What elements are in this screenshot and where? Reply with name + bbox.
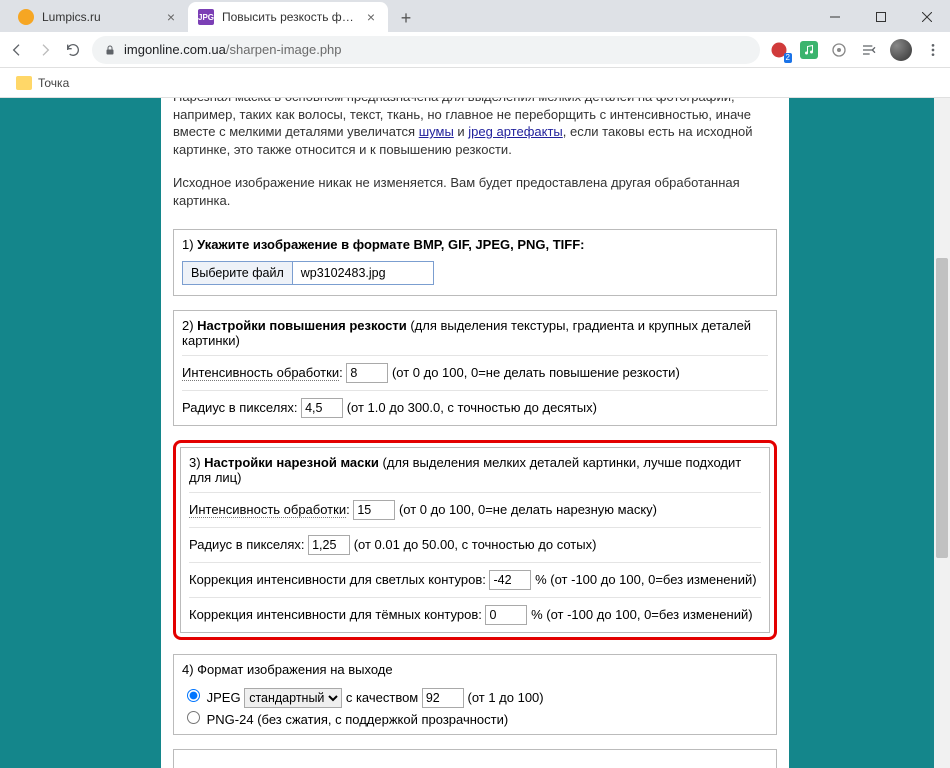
section-heading: Настройки нарезной маски — [204, 455, 379, 470]
highlight-unsharp-mask: 3) Настройки нарезной маски (для выделен… — [173, 440, 777, 640]
folder-icon — [16, 76, 32, 90]
extension-icons: 2 — [770, 39, 942, 61]
window-close-button[interactable] — [904, 2, 950, 32]
mask-radius-hint: (от 0.01 до 50.00, с точностью до сотых) — [354, 537, 597, 552]
section-output-title: 4) Формат изображения на выходе — [174, 655, 776, 684]
jpeg-quality-input[interactable] — [422, 688, 464, 708]
bookmark-tochka[interactable]: Точка — [38, 76, 69, 90]
section-unsharp-title: 3) Настройки нарезной маски (для выделен… — [181, 448, 769, 492]
close-icon[interactable]: × — [364, 10, 378, 24]
file-input[interactable]: Выберите файл wp3102483.jpg — [182, 261, 434, 285]
format-png-radio[interactable] — [187, 711, 200, 724]
mask-light-hint: % (от -100 до 100, 0=без изменений) — [535, 572, 756, 587]
profile-avatar[interactable] — [890, 39, 912, 61]
lock-icon — [104, 44, 116, 56]
browser-tab-lumpics[interactable]: Lumpics.ru × — [8, 2, 188, 32]
sharpen-radius-hint: (от 1.0 до 300.0, с точностью до десятых… — [347, 400, 597, 415]
new-tab-button[interactable]: + — [392, 4, 420, 32]
sharpen-radius-label: Радиус в пикселях: — [182, 400, 301, 415]
link-jpeg-artifacts[interactable]: jpeg артефакты — [468, 124, 562, 139]
scrollbar-thumb[interactable] — [936, 258, 948, 558]
file-choose-button[interactable]: Выберите файл — [183, 262, 293, 284]
forward-button[interactable] — [36, 41, 54, 59]
format-jpeg-label: JPEG — [207, 690, 245, 705]
close-icon[interactable]: × — [164, 10, 178, 24]
tab-title: Lumpics.ru — [42, 10, 158, 24]
extension-music-icon[interactable] — [800, 41, 818, 59]
mask-intensity-label: Интенсивность обработки — [189, 502, 346, 518]
mask-dark-label: Коррекция интенсивности для тёмных конту… — [189, 607, 485, 622]
intro-text: Нарезная маска в основном предназначена … — [173, 98, 777, 164]
mask-light-input[interactable] — [489, 570, 531, 590]
mask-dark-input[interactable] — [485, 605, 527, 625]
section-file-title: 1) Укажите изображение в формате BMP, GI… — [174, 230, 776, 259]
reading-list-icon[interactable] — [860, 41, 878, 59]
window-controls — [812, 2, 950, 32]
sharpen-radius-input[interactable] — [301, 398, 343, 418]
favicon-imgonline: JPG — [198, 9, 214, 25]
section-sharpen-title: 2) Настройки повышения резкости (для выд… — [174, 311, 776, 355]
section-number: 2) — [182, 318, 197, 333]
favicon-lumpics — [18, 9, 34, 25]
jpeg-quality-label: с качеством — [346, 690, 422, 705]
format-png-label: PNG-24 (без сжатия, с поддержкой прозрач… — [207, 712, 509, 727]
jpeg-subtype-select[interactable]: стандартный — [244, 688, 342, 708]
mask-radius-label: Радиус в пикселях: — [189, 537, 308, 552]
section-number: 3) — [189, 455, 204, 470]
sharpen-intensity-label: Интенсивность обработки — [182, 365, 339, 381]
url-path: /sharpen-image.php — [226, 42, 342, 57]
jpeg-quality-hint: (от 1 до 100) — [467, 690, 543, 705]
address-bar: imgonline.com.ua/sharpen-image.php 2 — [0, 32, 950, 68]
url-host: imgonline.com.ua — [124, 42, 226, 57]
browser-tab-imgonline[interactable]: JPG Повысить резкость фото и нар × — [188, 2, 388, 32]
section-sharpen: 2) Настройки повышения резкости (для выд… — [173, 310, 777, 426]
reload-button[interactable] — [64, 41, 82, 59]
sharpen-intensity-input[interactable] — [346, 363, 388, 383]
intro-fragment: и — [454, 124, 469, 139]
menu-icon[interactable] — [924, 41, 942, 59]
section-number: 4) — [182, 662, 197, 677]
extension-generic-icon[interactable] — [830, 41, 848, 59]
mask-intensity-input[interactable] — [353, 500, 395, 520]
extension-adblock-icon[interactable]: 2 — [770, 41, 788, 59]
extension-badge: 2 — [784, 53, 792, 63]
mask-radius-input[interactable] — [308, 535, 350, 555]
back-button[interactable] — [8, 41, 26, 59]
section-unsharp-mask: 3) Настройки нарезной маски (для выделен… — [180, 447, 770, 633]
link-noise[interactable]: шумы — [419, 124, 454, 139]
format-jpeg-radio[interactable] — [187, 689, 200, 702]
tab-title: Повысить резкость фото и нар — [222, 10, 358, 24]
page-viewport: Нарезная маска в основном предназначена … — [0, 98, 950, 768]
section-file: 1) Укажите изображение в формате BMP, GI… — [173, 229, 777, 296]
tab-strip: Lumpics.ru × JPG Повысить резкость фото … — [0, 0, 420, 32]
minimize-button[interactable] — [812, 2, 858, 32]
section-submit: OK Обработка обычно длится 0.5-30 секунд… — [173, 749, 777, 768]
section-number: 1) — [182, 237, 197, 252]
mask-intensity-hint: (от 0 до 100, 0=не делать нарезную маску… — [399, 502, 657, 517]
section-output-format: 4) Формат изображения на выходе JPEG ста… — [173, 654, 777, 735]
page-content: Нарезная маска в основном предназначена … — [161, 98, 789, 768]
section-heading: Настройки повышения резкости — [197, 318, 407, 333]
vertical-scrollbar[interactable] — [934, 98, 950, 768]
sharpen-intensity-hint: (от 0 до 100, 0=не делать повышение резк… — [392, 365, 680, 380]
bookmarks-bar: Точка — [0, 68, 950, 98]
window-titlebar: Lumpics.ru × JPG Повысить резкость фото … — [0, 0, 950, 32]
maximize-button[interactable] — [858, 2, 904, 32]
section-heading: Укажите изображение в формате BMP, GIF, … — [197, 237, 584, 252]
mask-light-label: Коррекция интенсивности для светлых конт… — [189, 572, 489, 587]
file-name: wp3102483.jpg — [293, 262, 433, 284]
section-heading: Формат изображения на выходе — [197, 662, 392, 677]
omnibox[interactable]: imgonline.com.ua/sharpen-image.php — [92, 36, 760, 64]
mask-dark-hint: % (от -100 до 100, 0=без изменений) — [531, 607, 752, 622]
intro-text-2: Исходное изображение никак не изменяется… — [173, 170, 777, 215]
